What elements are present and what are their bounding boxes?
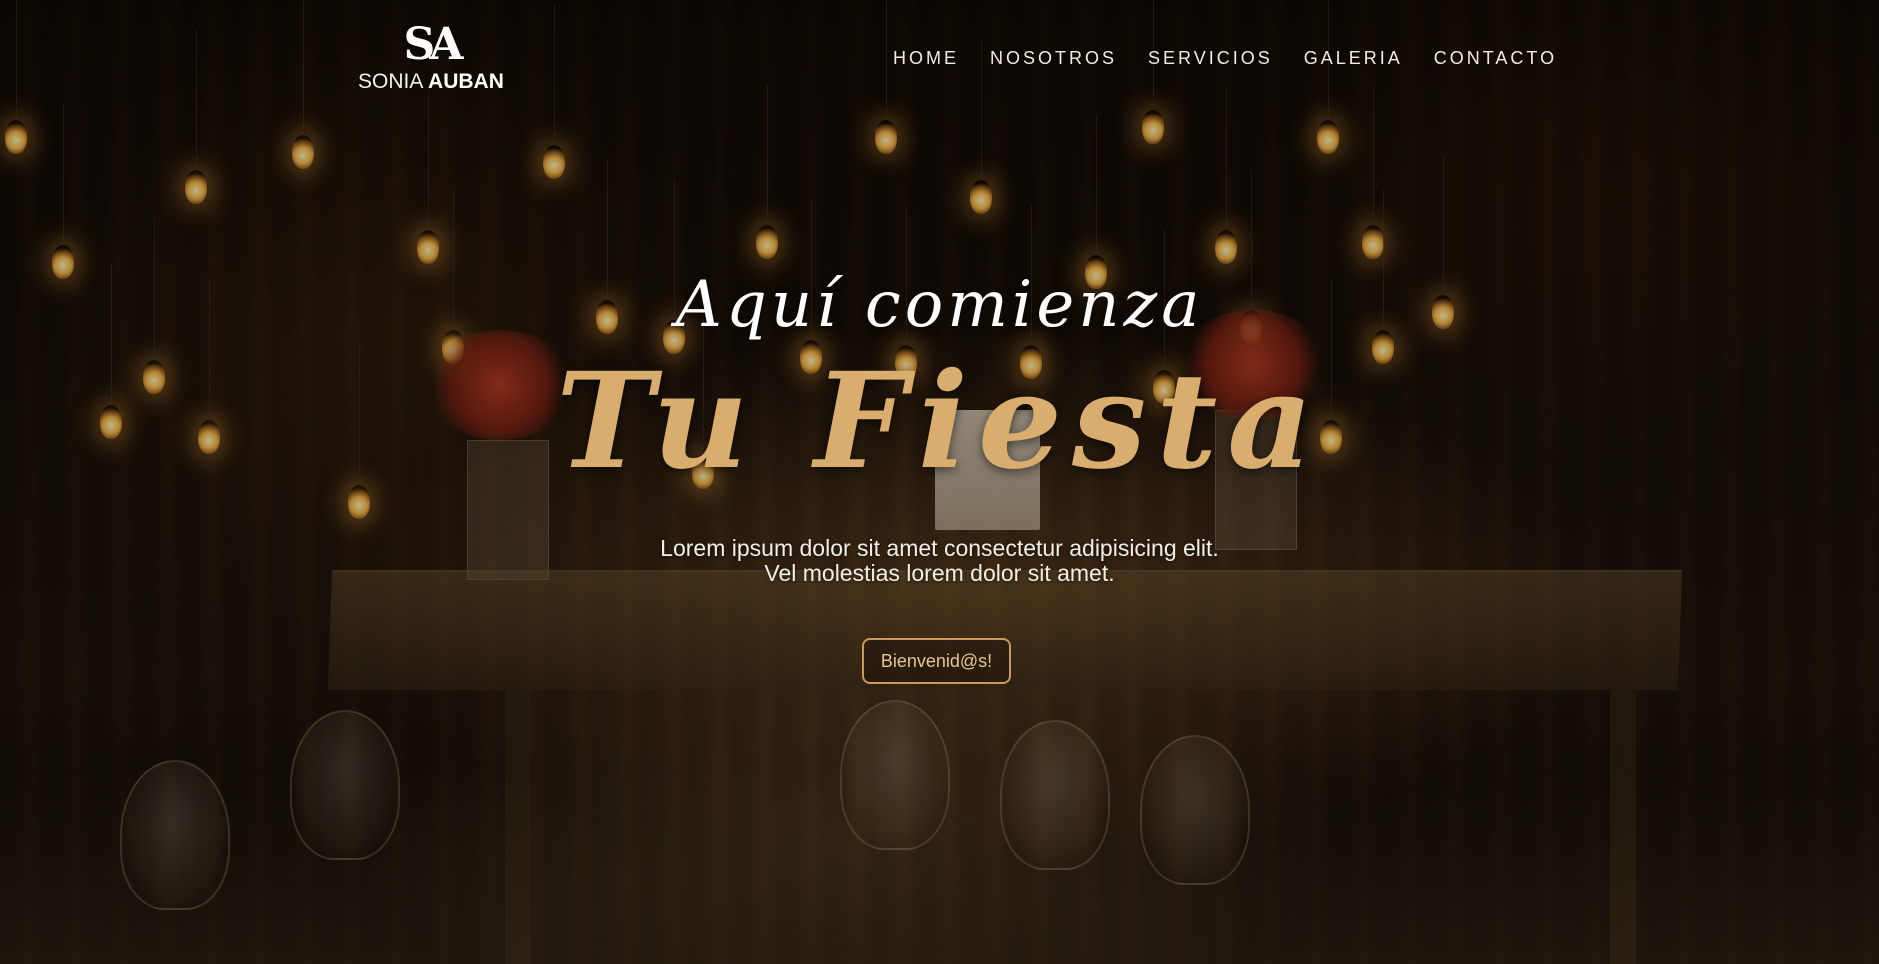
logo-wordmark: SONIA AUBAN bbox=[358, 70, 504, 94]
nav-link-contacto[interactable]: CONTACTO bbox=[1434, 48, 1557, 69]
hero-description: Lorem ipsum dolor sit amet consectetur a… bbox=[0, 536, 1879, 586]
brand-logo[interactable]: SA SONIA AUBAN bbox=[358, 19, 504, 95]
hero-description-line-2: Vel molestias lorem dolor sit amet. bbox=[764, 560, 1115, 586]
main-nav: HOME NOSOTROS SERVICIOS GALERIA CONTACTO bbox=[893, 48, 1557, 69]
nav-link-servicios[interactable]: SERVICIOS bbox=[1148, 48, 1273, 69]
site-header: SA SONIA AUBAN HOME NOSOTROS SERVICIOS G… bbox=[0, 0, 1879, 110]
hero-description-line-1: Lorem ipsum dolor sit amet consectetur a… bbox=[660, 535, 1219, 561]
logo-name-bold: AUBAN bbox=[428, 70, 504, 93]
welcome-button[interactable]: Bienvenid@s! bbox=[862, 638, 1011, 684]
nav-link-home[interactable]: HOME bbox=[893, 48, 959, 69]
nav-link-nosotros[interactable]: NOSOTROS bbox=[990, 48, 1117, 69]
hero-title: Tu Fiesta bbox=[556, 344, 1323, 499]
hero-subtitle: Aquí comienza bbox=[675, 268, 1204, 342]
nav-link-galeria[interactable]: GALERIA bbox=[1304, 48, 1403, 69]
logo-monogram: SA bbox=[403, 19, 464, 70]
logo-name-light: SONIA bbox=[358, 70, 423, 93]
